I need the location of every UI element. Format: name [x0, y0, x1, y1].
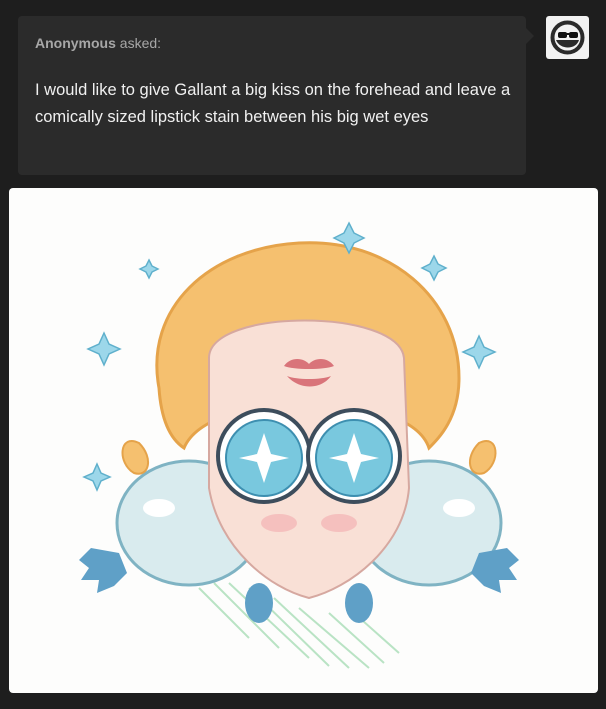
asker-name[interactable]: Anonymous: [35, 35, 116, 51]
left-hand: [79, 548, 127, 593]
sunglasses-avatar-icon[interactable]: [546, 16, 589, 59]
ask-bubble: Anonymous asked: I would like to give Ga…: [18, 16, 526, 175]
right-foot: [345, 583, 373, 623]
right-eye: [306, 408, 402, 504]
left-foot: [245, 583, 273, 623]
ask-header: Anonymous asked:: [35, 35, 161, 51]
left-eye: [216, 408, 312, 504]
chibi-character-illustration[interactable]: [9, 188, 598, 693]
right-blush: [321, 514, 357, 532]
left-blush: [261, 514, 297, 532]
asked-label: asked:: [119, 35, 162, 51]
ask-bubble-pointer: [526, 28, 534, 44]
ask-text: I would like to give Gallant a big kiss …: [35, 81, 511, 126]
